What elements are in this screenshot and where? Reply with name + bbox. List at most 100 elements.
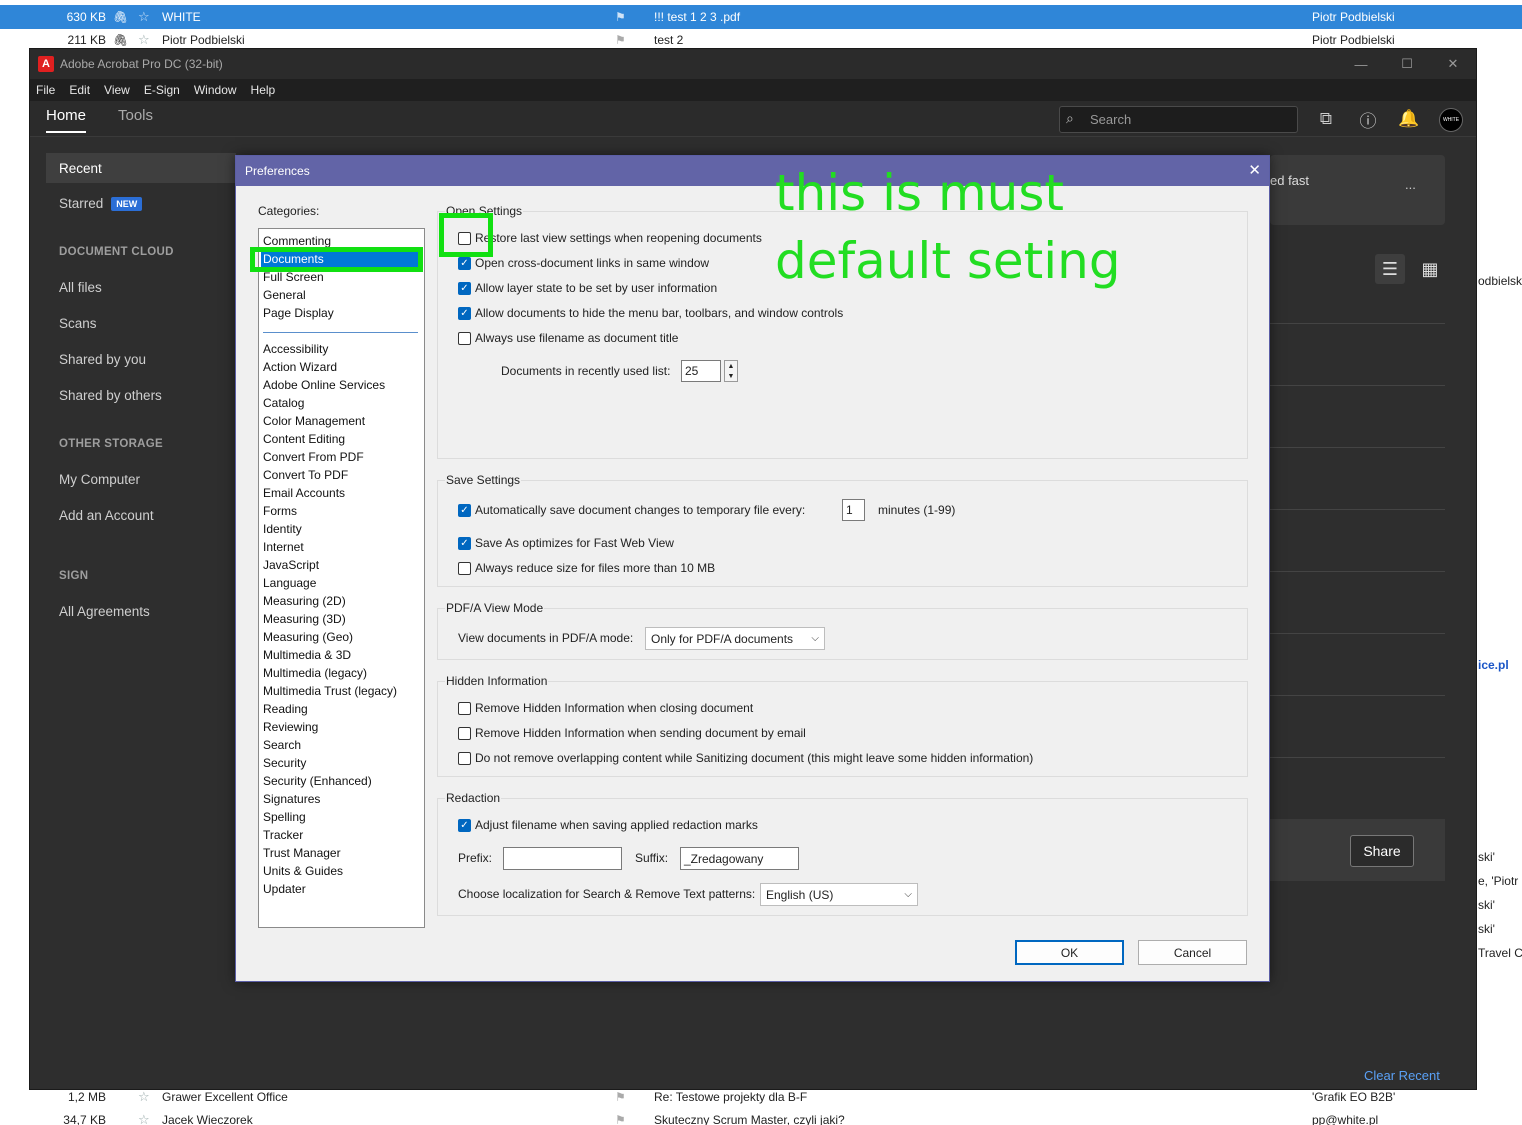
close-window-button[interactable]: ✕ — [1430, 49, 1476, 79]
autosave-minutes-input[interactable]: 1 — [842, 499, 865, 521]
star-icon[interactable]: ☆ — [138, 1112, 150, 1125]
category-item[interactable]: Multimedia (legacy) — [263, 665, 367, 681]
category-item[interactable]: Identity — [263, 521, 302, 537]
category-item[interactable]: Catalog — [263, 395, 304, 411]
search-input[interactable]: ⌕ Search — [1059, 106, 1298, 133]
checkbox[interactable]: ✓ — [458, 536, 471, 550]
layer-state-checkbox[interactable]: ✓ Allow layer state to be set by user inf… — [458, 281, 717, 295]
category-item[interactable]: Reading — [263, 701, 308, 717]
spin-down-icon[interactable]: ▼ — [728, 373, 735, 380]
share-screen-icon[interactable]: ⧉ — [1314, 107, 1338, 131]
localization-select[interactable]: English (US) ⌵ — [760, 883, 918, 906]
fast-web-view-checkbox[interactable]: ✓ Save As optimizes for Fast Web View — [458, 536, 674, 550]
menu-view[interactable]: View — [104, 83, 130, 97]
category-item[interactable]: Measuring (3D) — [263, 611, 346, 627]
close-icon[interactable]: ✕ — [1248, 161, 1261, 179]
category-item[interactable]: Measuring (2D) — [263, 593, 346, 609]
category-item[interactable]: Security — [263, 755, 306, 771]
checkbox[interactable]: ✓ — [458, 306, 471, 320]
list-view-icon[interactable]: ☰ — [1375, 254, 1405, 284]
tab-home[interactable]: Home — [46, 107, 87, 133]
category-item[interactable]: Spelling — [263, 809, 306, 825]
category-item[interactable]: Action Wizard — [263, 359, 337, 375]
checkbox[interactable]: ✓ — [458, 503, 471, 517]
minimize-button[interactable]: — — [1338, 49, 1384, 79]
sidebar-item-recent[interactable]: Recent — [46, 153, 236, 183]
help-icon[interactable]: ⓘ — [1356, 107, 1380, 131]
tab-tools[interactable]: Tools — [118, 107, 153, 124]
sidebar-item-shared-by-you[interactable]: Shared by you — [59, 352, 146, 367]
pdfa-mode-select[interactable]: Only for PDF/A documents ⌵ — [645, 627, 825, 650]
category-item[interactable]: Forms — [263, 503, 297, 519]
categories-list[interactable]: Commenting Documents Full Screen General… — [258, 228, 425, 928]
checkbox[interactable]: ✓ — [458, 281, 471, 295]
category-item[interactable]: Email Accounts — [263, 485, 345, 501]
checkbox[interactable] — [458, 331, 471, 345]
category-item[interactable]: Adobe Online Services — [263, 377, 385, 393]
avatar[interactable]: WHITE — [1439, 108, 1463, 132]
category-item[interactable]: Language — [263, 575, 316, 591]
category-item[interactable]: Units & Guides — [263, 863, 343, 879]
flag-icon[interactable]: ⚑ — [615, 10, 626, 24]
category-item[interactable]: Search — [263, 737, 301, 753]
category-item[interactable]: Internet — [263, 539, 304, 555]
overlapping-content-checkbox[interactable]: Do not remove overlapping content while … — [458, 751, 1033, 765]
sidebar-item-my-computer[interactable]: My Computer — [59, 472, 140, 487]
star-icon[interactable]: ☆ — [138, 32, 150, 48]
clear-recent-link[interactable]: Clear Recent — [1364, 1068, 1440, 1083]
autosave-checkbox[interactable]: ✓ Automatically save document changes to … — [458, 503, 805, 517]
restore-view-checkbox[interactable]: Restore last view settings when reopenin… — [458, 231, 762, 245]
star-icon[interactable]: ☆ — [138, 9, 150, 25]
category-item[interactable]: Color Management — [263, 413, 365, 429]
category-item[interactable]: JavaScript — [263, 557, 319, 573]
category-item[interactable]: Tracker — [263, 827, 303, 843]
suffix-input[interactable]: _Zredagowany — [680, 847, 799, 870]
prefix-input[interactable] — [503, 847, 622, 870]
category-item[interactable]: Updater — [263, 881, 306, 897]
category-item[interactable]: Security (Enhanced) — [263, 773, 372, 789]
sidebar-item-scans[interactable]: Scans — [59, 316, 97, 331]
reduce-size-checkbox[interactable]: Always reduce size for files more than 1… — [458, 561, 715, 575]
menu-help[interactable]: Help — [251, 83, 276, 97]
checkbox[interactable] — [458, 726, 471, 740]
remove-hidden-email-checkbox[interactable]: Remove Hidden Information when sending d… — [458, 726, 806, 740]
checkbox[interactable] — [458, 751, 471, 765]
category-item[interactable]: Trust Manager — [263, 845, 341, 861]
remove-hidden-close-checkbox[interactable]: Remove Hidden Information when closing d… — [458, 701, 753, 715]
share-button[interactable]: Share — [1350, 835, 1414, 867]
menu-file[interactable]: File — [36, 83, 55, 97]
cross-doc-links-checkbox[interactable]: ✓ Open cross-document links in same windo… — [458, 256, 709, 270]
sidebar-item-all-agreements[interactable]: All Agreements — [59, 604, 150, 619]
category-item[interactable]: Reviewing — [263, 719, 318, 735]
category-item[interactable]: Accessibility — [263, 341, 328, 357]
menu-esign[interactable]: E-Sign — [144, 83, 180, 97]
reply-icon[interactable]: ⚑ — [615, 1090, 626, 1104]
sidebar-item-starred[interactable]: Starred NEW — [59, 196, 143, 211]
bell-icon[interactable]: 🔔 — [1397, 107, 1421, 131]
maximize-button[interactable]: ☐ — [1384, 49, 1430, 79]
category-item[interactable]: Measuring (Geo) — [263, 629, 353, 645]
category-item[interactable]: Convert To PDF — [263, 467, 348, 483]
flag-icon[interactable]: ⚑ — [615, 1113, 626, 1125]
mail-row[interactable]: 34,7 KB ☆ Jacek Wieczorek ⚑ Skuteczny Sc… — [0, 1108, 1522, 1125]
mail-row[interactable]: 630 KB 🖇 ☆ WHITE ⚑ !!! test 1 2 3 .pdf P… — [0, 5, 1522, 29]
checkbox[interactable]: ✓ — [458, 256, 471, 270]
recent-list-input[interactable]: 25 — [681, 360, 721, 382]
sidebar-item-all-files[interactable]: All files — [59, 280, 102, 295]
category-item[interactable]: Multimedia & 3D — [263, 647, 351, 663]
category-item[interactable]: Signatures — [263, 791, 320, 807]
checkbox[interactable]: ✓ — [458, 818, 471, 832]
category-general[interactable]: General — [263, 287, 306, 303]
recent-list-spinner[interactable]: ▲ ▼ — [724, 360, 738, 382]
checkbox[interactable] — [458, 701, 471, 715]
category-item[interactable]: Content Editing — [263, 431, 345, 447]
filename-title-checkbox[interactable]: Always use filename as document title — [458, 331, 678, 345]
sidebar-item-add-account[interactable]: Add an Account — [59, 508, 154, 523]
spin-up-icon[interactable]: ▲ — [728, 363, 735, 370]
grid-view-icon[interactable]: ▦ — [1415, 254, 1445, 284]
ok-button[interactable]: OK — [1015, 940, 1124, 965]
flag-icon[interactable]: ⚑ — [615, 33, 626, 47]
category-page-display[interactable]: Page Display — [263, 305, 334, 321]
checkbox[interactable] — [458, 561, 471, 575]
cancel-button[interactable]: Cancel — [1138, 940, 1247, 965]
